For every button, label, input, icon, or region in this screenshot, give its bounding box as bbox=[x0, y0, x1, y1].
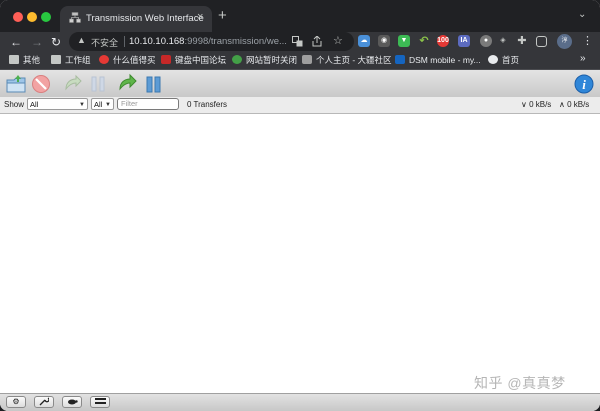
transmission-favicon-icon bbox=[69, 12, 81, 23]
filter-input[interactable]: Filter bbox=[117, 98, 179, 110]
wrench-icon bbox=[39, 397, 50, 406]
smzdm-icon bbox=[99, 55, 109, 64]
dji-icon bbox=[302, 55, 312, 64]
chevron-down-icon: ▼ bbox=[105, 102, 111, 108]
bookmarks-bar: 其他 工作组 什么值得买 键盘中国论坛 网站暂时关闭 个人主页 - 大疆社区 D… bbox=[0, 52, 600, 70]
tracker-filter-select[interactable]: All ▼ bbox=[91, 98, 114, 110]
resume-all-icon[interactable] bbox=[117, 73, 139, 95]
bookmark-label: DSM mobile - my... bbox=[409, 55, 481, 65]
bookmark-label: 其他 bbox=[23, 55, 41, 65]
list-view-icon bbox=[94, 398, 106, 404]
undo-extension-icon[interactable]: ↶ bbox=[418, 35, 430, 47]
folder-icon bbox=[51, 55, 61, 64]
bookmark-item[interactable]: 键盘中国论坛 bbox=[161, 54, 226, 67]
transmission-toolbar: i bbox=[0, 70, 600, 98]
bookmark-label: 首页 bbox=[502, 55, 520, 65]
settings-button[interactable]: ⚙ bbox=[6, 396, 26, 408]
translate-icon[interactable] bbox=[292, 36, 303, 47]
sidepanel-icon[interactable] bbox=[536, 36, 547, 47]
info-icon[interactable]: i bbox=[574, 74, 594, 94]
watermark: 知乎 @真真梦 bbox=[474, 375, 566, 391]
tab-transmission[interactable]: Transmission Web Interface × bbox=[60, 6, 212, 32]
bookmark-label: 个人主页 - 大疆社区 bbox=[316, 55, 392, 65]
address-bar[interactable]: ▲ 不安全 10.10.10.168:9998/transmission/we.… bbox=[69, 32, 354, 51]
insecure-label[interactable]: 不安全 bbox=[91, 36, 118, 49]
url-text[interactable]: 10.10.10.168:9998/transmission/we... bbox=[129, 36, 287, 47]
tab-close-icon[interactable]: × bbox=[197, 11, 203, 23]
back-button[interactable]: ← bbox=[10, 34, 22, 50]
puzzle-extensions-icon[interactable]: ✚ bbox=[516, 35, 528, 47]
bookmark-item[interactable]: 网站暂时关闭 bbox=[232, 54, 297, 67]
torrent-list[interactable] bbox=[0, 114, 600, 393]
open-torrent-icon[interactable] bbox=[5, 73, 27, 95]
forward-button[interactable]: → bbox=[31, 34, 43, 50]
shield-extension-icon[interactable]: ▼ bbox=[398, 35, 410, 47]
bookmark-item[interactable]: 什么值得买 bbox=[99, 54, 156, 67]
new-tab-button[interactable]: + bbox=[218, 8, 227, 23]
bookmark-item[interactable]: 其他 bbox=[9, 54, 40, 67]
bookmark-label: 网站暂时关闭 bbox=[246, 55, 298, 65]
transfers-count: 0 Transfers bbox=[187, 100, 228, 109]
omnibox-divider bbox=[124, 36, 125, 47]
cloud-extension-icon[interactable]: ☁ bbox=[358, 35, 370, 47]
warning-icon: ▲ bbox=[77, 35, 86, 45]
tab-title: Transmission Web Interface bbox=[86, 13, 204, 24]
bookmark-item[interactable]: 工作组 bbox=[51, 54, 91, 67]
menu-icon[interactable]: ⋮ bbox=[582, 34, 593, 47]
reload-button[interactable]: ↻ bbox=[51, 34, 61, 50]
pause-all-icon[interactable] bbox=[143, 73, 165, 95]
bookmark-star-icon[interactable]: ☆ bbox=[333, 34, 343, 47]
bookmark-label: 工作组 bbox=[65, 55, 91, 65]
keyboard-icon bbox=[161, 55, 171, 64]
transmission-footer: ⚙ bbox=[0, 393, 600, 411]
bookmark-label: 什么值得买 bbox=[113, 55, 156, 65]
state-filter-value: All bbox=[30, 100, 39, 109]
preferences-button[interactable] bbox=[34, 396, 54, 408]
avatar-extension-icon[interactable]: ● bbox=[480, 35, 492, 47]
glasses-extension-icon[interactable]: ◉ bbox=[378, 35, 390, 47]
dsm-icon bbox=[395, 55, 405, 64]
svg-text:i: i bbox=[582, 77, 586, 92]
leaf-icon bbox=[232, 55, 242, 64]
url-host: 10.10.10.168 bbox=[129, 36, 185, 47]
bookmark-item[interactable]: 首页 bbox=[488, 54, 519, 67]
bookmarks-overflow-icon[interactable]: » bbox=[580, 53, 586, 64]
show-label: Show bbox=[4, 100, 25, 109]
tab-strip: Transmission Web Interface × + ⌄ bbox=[0, 0, 600, 32]
share-icon[interactable] bbox=[312, 36, 322, 47]
bookmark-item[interactable]: DSM mobile - my... bbox=[395, 54, 481, 67]
compact-view-button[interactable] bbox=[90, 396, 110, 408]
bookmark-item[interactable]: 个人主页 - 大疆社区 bbox=[302, 54, 392, 67]
url-path: :9998/transmission/we... bbox=[184, 36, 287, 47]
github-icon bbox=[488, 55, 498, 64]
bookmark-label: 键盘中国论坛 bbox=[175, 55, 227, 65]
chevron-down-icon: ▼ bbox=[79, 102, 85, 108]
gear-icon: ⚙ bbox=[12, 397, 20, 406]
profile-avatar[interactable]: 淳 bbox=[557, 34, 572, 49]
resume-selected-icon[interactable] bbox=[62, 73, 84, 95]
download-speed: ∨ 0 kB/s bbox=[521, 100, 552, 109]
tab-search-icon[interactable]: ⌄ bbox=[578, 9, 586, 20]
browser-window: Transmission Web Interface × + ⌄ ← → ↻ ▲… bbox=[0, 0, 600, 411]
pause-selected-icon[interactable] bbox=[87, 73, 109, 95]
minimize-window-button[interactable] bbox=[27, 12, 37, 22]
folder-icon bbox=[9, 55, 19, 64]
counter-extension-icon[interactable]: 100 bbox=[437, 35, 449, 47]
zoom-window-button[interactable] bbox=[41, 12, 51, 22]
browser-toolbar: ← → ↻ ▲ 不安全 10.10.10.168:9998/transmissi… bbox=[0, 32, 600, 52]
close-window-button[interactable] bbox=[13, 12, 23, 22]
filter-bar: Show All ▼ All ▼ Filter 0 Transfers ∨ 0 … bbox=[0, 97, 600, 114]
turtle-mode-button[interactable] bbox=[62, 396, 82, 408]
ia-extension-icon[interactable]: IA bbox=[458, 35, 470, 47]
state-filter-select[interactable]: All ▼ bbox=[27, 98, 88, 110]
mask-extension-icon[interactable]: ◈ bbox=[497, 35, 509, 47]
turtle-icon bbox=[68, 399, 78, 405]
remove-torrent-icon[interactable] bbox=[30, 73, 52, 95]
upload-speed: ∧ 0 kB/s bbox=[559, 100, 590, 109]
tracker-filter-value: All bbox=[94, 100, 103, 109]
